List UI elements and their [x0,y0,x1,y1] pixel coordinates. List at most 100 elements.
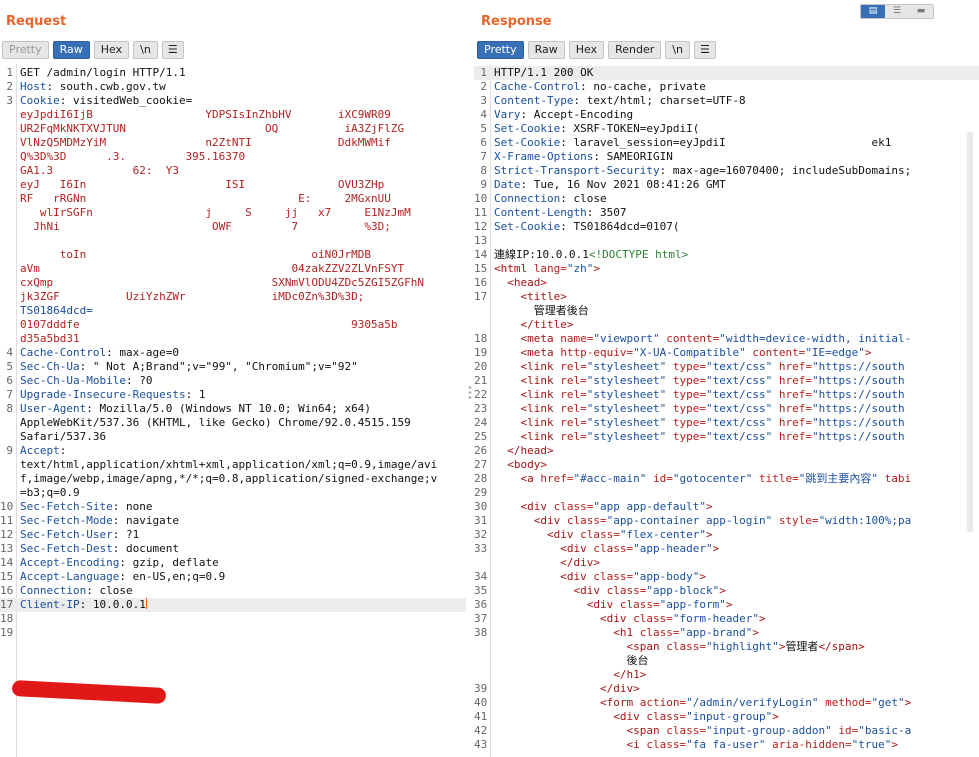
newline-toggle-button[interactable]: \n [133,41,158,59]
code-line[interactable]: 14 連線IP:10.0.0.1<!DOCTYPE html> [474,248,979,262]
pane-splitter[interactable]: • • • [466,0,474,757]
code-line[interactable]: 5 Set-Cookie: XSRF-TOKEN=eyJpdiI( [474,122,979,136]
code-line[interactable]: 8 User-Agent: Mozilla/5.0 (Windows NT 10.… [0,402,466,416]
code-line[interactable]: 9 Accept: [0,444,466,458]
code-line[interactable]: 0107dddfe 9305a5b [0,318,466,332]
code-line[interactable]: 8 Strict-Transport-Security: max-age=1607… [474,164,979,178]
code-line[interactable]: JhNi OWF 7 %3D; [0,220,466,234]
tab-pretty[interactable]: Pretty [477,41,524,59]
single-view-icon[interactable]: ▬ [909,5,933,18]
code-line[interactable]: TS01864dcd= [0,304,466,318]
code-line[interactable]: f,image/webp,image/apng,*/*;q=0.8,applic… [0,472,466,486]
code-line[interactable]: </h1> [474,668,979,682]
code-line[interactable]: 23 <link rel="stylesheet" type="text/css… [474,402,979,416]
code-line[interactable]: 31 <div class="app-container app-login" … [474,514,979,528]
code-line[interactable]: 24 <link rel="stylesheet" type="text/css… [474,416,979,430]
code-line[interactable]: 11 Content-Length: 3507 [474,206,979,220]
code-line[interactable]: wlIrSGFn j S jj x7 E1NzJmM [0,206,466,220]
code-line[interactable]: UR2FqMkNKTXVJTUN OQ iA3ZjFlZG [0,122,466,136]
code-line[interactable]: 41 <div class="input-group"> [474,710,979,724]
code-line[interactable]: eyJpdiI6IjB YDPSIsInZhbHV iXC9WR09 [0,108,466,122]
code-line[interactable]: 12 Set-Cookie: TS01864dcd=0107( [474,220,979,234]
code-line[interactable]: 3 Cookie: visitedWeb_cookie= [0,94,466,108]
code-line[interactable]: 6 Set-Cookie: laravel_session=eyJpdiI ek1 [474,136,979,150]
code-line[interactable]: 42 <span class="input-group-addon" id="b… [474,724,979,738]
code-line[interactable]: 37 <div class="form-header"> [474,612,979,626]
code-line[interactable]: RF rRGNn E: 2MGxnUU [0,192,466,206]
code-line[interactable]: GA1.3 62: Y3 [0,164,466,178]
tab-hex[interactable]: Hex [93,41,130,59]
menu-icon[interactable]: ☰ [161,41,184,59]
code-line[interactable]: 16 Connection: close [0,584,466,598]
code-line[interactable]: 39 </div> [474,682,979,696]
response-editor[interactable]: 1 HTTP/1.1 200 OK 2 Cache-Control: no-cache… [474,64,979,757]
code-line[interactable]: <span class="highlight">管理者</span> [474,640,979,654]
code-line[interactable]: text/html,application/xhtml+xml,applicat… [0,458,466,472]
code-line[interactable]: 後台 [474,654,979,668]
code-line[interactable]: 7 Upgrade-Insecure-Requests: 1 [0,388,466,402]
code-line[interactable]: 36 <div class="app-form"> [474,598,979,612]
code-line[interactable]: cxQmp SXNmVlODU4ZDc5ZGI5ZGFhN [0,276,466,290]
code-line[interactable]: 18 <meta name="viewport" content="width=… [474,332,979,346]
code-line[interactable]: 1 GET /admin/login HTTP/1.1 [0,66,466,80]
code-line[interactable]: 27 <body> [474,458,979,472]
code-line[interactable] [0,234,466,248]
code-line[interactable]: 15 Accept-Language: en-US,en;q=0.9 [0,570,466,584]
code-line[interactable]: </div> [474,556,979,570]
request-code[interactable]: 1 GET /admin/login HTTP/1.1 2 Host: south.c… [0,66,466,640]
code-line[interactable]: 10 Connection: close [474,192,979,206]
tab-render[interactable]: Render [608,41,662,59]
code-line[interactable]: 12 Sec-Fetch-User: ?1 [0,528,466,542]
code-line[interactable]: 32 <div class="flex-center"> [474,528,979,542]
code-line[interactable]: 15 <html lang="zh"> [474,262,979,276]
response-code[interactable]: 1 HTTP/1.1 200 OK 2 Cache-Control: no-cache… [474,66,979,752]
code-line[interactable]: 25 <link rel="stylesheet" type="text/css… [474,430,979,444]
code-line[interactable]: 17 <title> [474,290,979,304]
code-line[interactable]: VlNzQ5MDMzYiM n2ZtNTI DdkMWMif [0,136,466,150]
code-line[interactable]: 22 <link rel="stylesheet" type="text/css… [474,388,979,402]
code-line[interactable]: 38 <h1 class="app-brand"> [474,626,979,640]
code-line[interactable]: 17 Client-IP: 10.0.0.1 [0,598,466,612]
code-line[interactable]: 4 Cache-Control: max-age=0 [0,346,466,360]
scrollbar[interactable] [967,132,973,532]
code-line[interactable]: =b3;q=0.9 [0,486,466,500]
code-line[interactable]: 6 Sec-Ch-Ua-Mobile: ?0 [0,374,466,388]
code-line[interactable]: 43 <i class="fa fa-user" aria-hidden="tr… [474,738,979,752]
code-line[interactable]: aVm 04zakZZV2ZLVnFSYT [0,262,466,276]
code-line[interactable]: 16 <head> [474,276,979,290]
newline-toggle-button[interactable]: \n [665,41,690,59]
code-line[interactable]: 33 <div class="app-header"> [474,542,979,556]
code-line[interactable]: </title> [474,318,979,332]
code-line[interactable]: 19 [0,626,466,640]
code-line[interactable]: 13 Sec-Fetch-Dest: document [0,542,466,556]
code-line[interactable]: 18 [0,612,466,626]
code-line[interactable]: 10 Sec-Fetch-Site: none [0,500,466,514]
code-line[interactable]: 29 [474,486,979,500]
code-line[interactable]: 9 Date: Tue, 16 Nov 2021 08:41:26 GMT [474,178,979,192]
tab-hex[interactable]: Hex [568,41,605,59]
code-line[interactable]: 34 <div class="app-body"> [474,570,979,584]
code-line[interactable]: 2 Cache-Control: no-cache, private [474,80,979,94]
code-line[interactable]: Safari/537.36 [0,430,466,444]
code-line[interactable]: 40 <form action="/admin/verifyLogin" met… [474,696,979,710]
code-line[interactable]: 14 Accept-Encoding: gzip, deflate [0,556,466,570]
code-line[interactable]: jk3ZGF UziYzhZWr iMDc0Zn%3D%3D; [0,290,466,304]
code-line[interactable]: 3 Content-Type: text/html; charset=UTF-8 [474,94,979,108]
code-line[interactable]: 11 Sec-Fetch-Mode: navigate [0,514,466,528]
tab-pretty[interactable]: Pretty [2,41,49,59]
code-line[interactable]: 30 <div class="app app-default"> [474,500,979,514]
code-line[interactable]: 4 Vary: Accept-Encoding [474,108,979,122]
code-line[interactable]: 2 Host: south.cwb.gov.tw [0,80,466,94]
tab-raw[interactable]: Raw [52,41,90,59]
tab-raw[interactable]: Raw [527,41,565,59]
code-line[interactable]: 19 <meta http-equiv="X-UA-Compatible" co… [474,346,979,360]
code-line[interactable]: d35a5bd31 [0,332,466,346]
request-editor[interactable]: 1 GET /admin/login HTTP/1.1 2 Host: south.c… [0,64,466,757]
code-line[interactable]: Q%3D%3D .3. 395.16370 [0,150,466,164]
code-line[interactable]: 5 Sec-Ch-Ua: " Not A;Brand";v="99", "Chro… [0,360,466,374]
menu-icon[interactable]: ☰ [693,41,716,59]
code-line[interactable]: 26 </head> [474,444,979,458]
horizontal-view-icon[interactable]: ☰ [885,5,909,18]
code-line[interactable]: 7 X-Frame-Options: SAMEORIGIN [474,150,979,164]
code-line[interactable]: 1 HTTP/1.1 200 OK [474,66,979,80]
